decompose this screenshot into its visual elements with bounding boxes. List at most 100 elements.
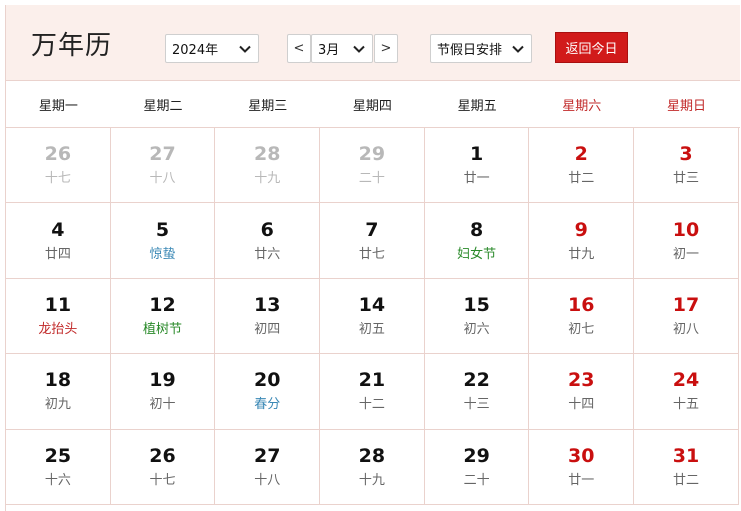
- lunar-date: 妇女节: [457, 246, 497, 262]
- day-cell[interactable]: 7 廿七: [320, 203, 425, 279]
- day-cell[interactable]: 30 廿一: [529, 429, 635, 505]
- year-value: 2024年: [172, 43, 219, 58]
- day-cell[interactable]: 23 十四: [529, 354, 635, 430]
- day-cell[interactable]: 18 初九: [6, 354, 111, 430]
- day-cell[interactable]: 4 廿四: [6, 203, 111, 279]
- day-number: 27: [149, 143, 176, 166]
- day-cell[interactable]: 31 廿二: [634, 429, 739, 505]
- day-cell[interactable]: 22 十三: [424, 354, 530, 430]
- lunar-date: 惊蛰: [149, 246, 176, 262]
- day-cell[interactable]: 11 龙抬头: [6, 278, 111, 355]
- lunar-date: 龙抬头: [38, 321, 78, 337]
- day-cell[interactable]: 19 初十: [110, 354, 216, 430]
- day-cell[interactable]: 1 廿一: [424, 128, 530, 204]
- day-cell[interactable]: 8 妇女节: [424, 203, 530, 279]
- day-cell[interactable]: 25 十六: [6, 429, 111, 505]
- day-cell[interactable]: 27 十八: [215, 429, 321, 505]
- lunar-date: 初八: [672, 321, 699, 337]
- day-cell[interactable]: 17 初八: [634, 278, 739, 355]
- day-number: 22: [463, 369, 490, 392]
- lunar-date: 廿二: [672, 472, 699, 488]
- back-to-today-button[interactable]: 返回今日: [555, 32, 628, 63]
- day-number: 17: [672, 293, 700, 316]
- day-cell[interactable]: 5 惊蛰: [110, 203, 216, 279]
- weekday-tue: 星期二: [143, 98, 183, 114]
- day-cell[interactable]: 24 十五: [634, 354, 739, 430]
- month-select[interactable]: 3月: [311, 34, 373, 63]
- day-number: 20: [253, 369, 281, 392]
- calendar-header: 万年历 2024年 < 3月 > 节假日安排 返回今日: [6, 5, 740, 81]
- day-cell[interactable]: 20 春分: [215, 354, 321, 430]
- lunar-date: 廿七: [358, 246, 385, 262]
- day-number: 27: [253, 444, 281, 467]
- lunar-date: 初六: [463, 321, 490, 337]
- day-number: 21: [358, 369, 386, 392]
- page-title: 万年历: [31, 31, 113, 61]
- day-number: 10: [672, 218, 700, 241]
- weekday-sat: 星期六: [562, 98, 602, 114]
- lunar-date: 廿九: [568, 246, 595, 262]
- lunar-date: 十三: [463, 397, 490, 413]
- day-cell[interactable]: 14 初五: [320, 278, 425, 355]
- lunar-date: 十八: [254, 472, 281, 488]
- lunar-date: 十二: [358, 397, 385, 413]
- day-cell[interactable]: 28 十九: [215, 128, 321, 204]
- day-cell[interactable]: 16 初七: [529, 278, 635, 355]
- weekday-mon: 星期一: [38, 98, 78, 114]
- day-number: 4: [51, 218, 65, 241]
- lunar-date: 初七: [568, 321, 595, 337]
- day-cell[interactable]: 21 十二: [320, 354, 425, 430]
- day-number: 29: [463, 444, 490, 467]
- day-number: 24: [672, 369, 700, 392]
- day-number: 13: [253, 293, 281, 316]
- next-month-button[interactable]: >: [374, 34, 398, 63]
- day-grid: 26 十七 27 十八 28 十九 29 二十 1 廿一 2 廿二 3 廿三 4 廿四 5 惊蛰 6 廿六 7 廿七 8 妇女…: [6, 128, 740, 505]
- lunar-date: 廿一: [463, 171, 490, 187]
- day-number: 3: [679, 143, 693, 166]
- day-number: 28: [253, 143, 281, 166]
- day-cell[interactable]: 26 十七: [110, 429, 216, 505]
- day-cell[interactable]: 29 二十: [320, 128, 425, 204]
- day-cell[interactable]: 9 廿九: [529, 203, 635, 279]
- weekday-header: 星期一 星期二 星期三 星期四 星期五 星期六 星期日: [6, 81, 740, 128]
- day-number: 28: [358, 444, 386, 467]
- chevron-down-icon: [353, 45, 365, 53]
- day-number: 31: [672, 444, 700, 467]
- day-number: 1: [469, 143, 484, 166]
- lunar-date: 二十: [358, 171, 385, 187]
- day-cell[interactable]: 29 二十: [424, 429, 530, 505]
- prev-month-button[interactable]: <: [287, 34, 311, 63]
- day-cell[interactable]: 6 廿六: [215, 203, 321, 279]
- lunar-date: 十五: [672, 397, 699, 413]
- day-number: 7: [365, 218, 379, 241]
- day-number: 26: [149, 444, 176, 467]
- day-cell[interactable]: 28 十九: [320, 429, 425, 505]
- day-cell[interactable]: 13 初四: [215, 278, 321, 355]
- day-number: 19: [149, 369, 176, 392]
- day-cell[interactable]: 27 十八: [110, 128, 216, 204]
- day-cell[interactable]: 2 廿二: [529, 128, 635, 204]
- lunar-date: 春分: [254, 397, 281, 413]
- day-cell[interactable]: 15 初六: [424, 278, 530, 355]
- day-number: 29: [358, 143, 386, 166]
- lunar-date: 十四: [568, 397, 595, 413]
- day-number: 16: [568, 293, 595, 316]
- day-number: 11: [44, 293, 72, 316]
- holiday-select[interactable]: 节假日安排: [430, 34, 532, 63]
- day-number: 5: [155, 218, 170, 241]
- day-number: 12: [149, 293, 176, 316]
- year-select[interactable]: 2024年: [165, 34, 259, 63]
- day-cell[interactable]: 26 十七: [6, 128, 111, 204]
- lunar-date: 廿六: [254, 246, 281, 262]
- day-cell[interactable]: 12 植树节: [110, 278, 216, 355]
- lunar-date: 廿三: [672, 171, 699, 187]
- day-cell[interactable]: 3 廿三: [634, 128, 739, 204]
- lunar-date: 初五: [358, 321, 385, 337]
- lunar-date: 植树节: [143, 321, 183, 337]
- day-number: 18: [44, 369, 72, 392]
- weekday-sun: 星期日: [666, 98, 706, 114]
- lunar-date: 十七: [149, 472, 176, 488]
- day-cell[interactable]: 10 初一: [634, 203, 739, 279]
- day-number: 25: [44, 444, 72, 467]
- day-number: 30: [568, 444, 595, 467]
